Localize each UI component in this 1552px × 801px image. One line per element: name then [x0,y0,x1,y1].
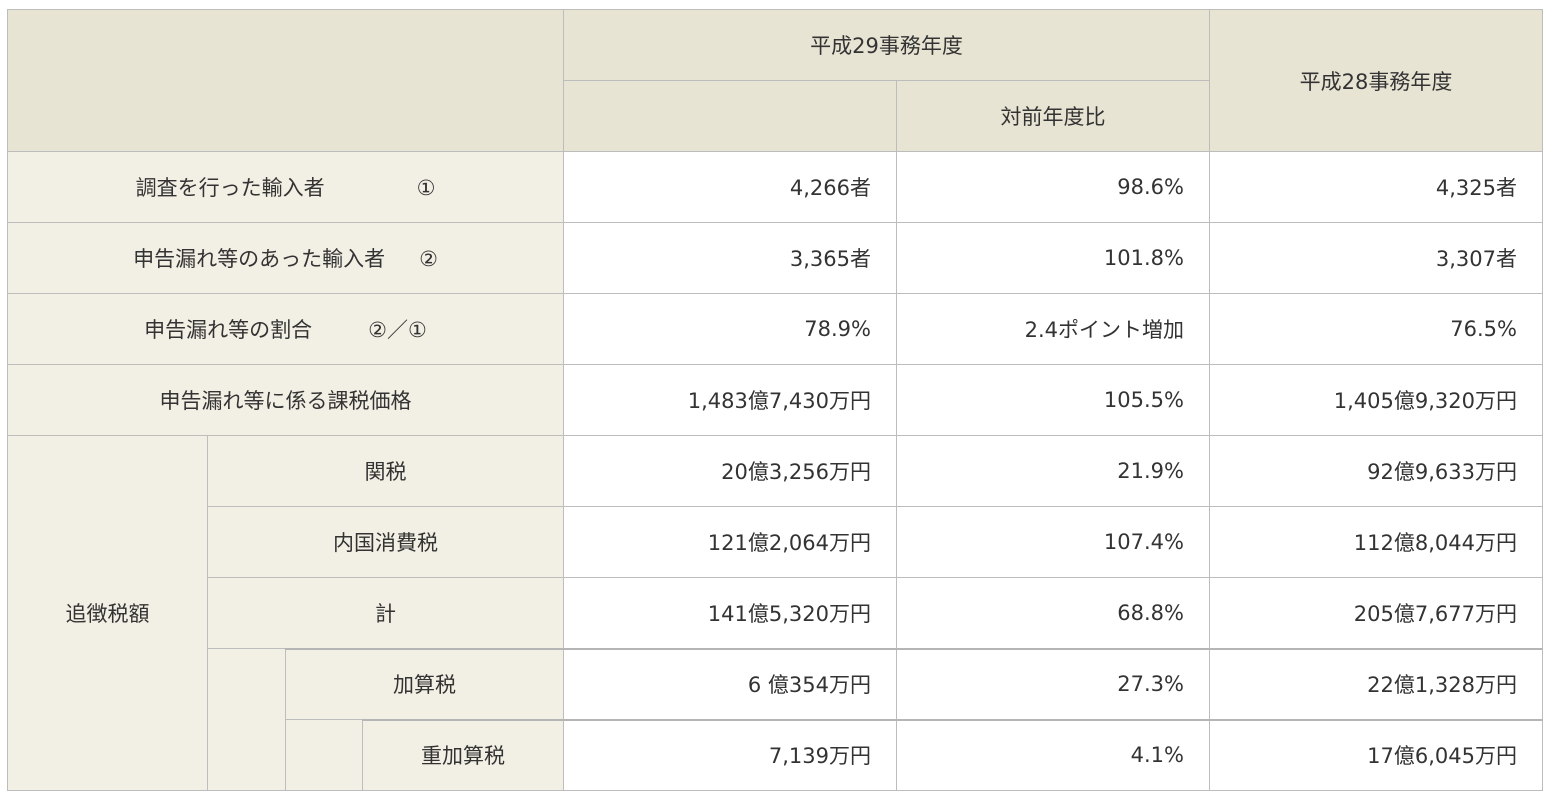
row-mark: ②／① [368,318,427,342]
header-empty-corner [7,9,564,152]
yoy-value: 101.8% [896,222,1210,294]
fy29-value: 3,365者 [563,222,897,294]
row-label: 申告漏れ等に係る課税価格 [7,364,564,436]
yoy-value: 98.6% [896,151,1210,223]
row-mark: ② [419,247,438,271]
yoy-value: 68.8% [896,577,1210,649]
fy28-value: 205億7,677万円 [1209,577,1543,649]
indent-spacer [207,648,286,791]
header-yoy: 対前年度比 [896,80,1210,152]
indent-spacer [285,719,363,791]
fy29-value: 20億3,256万円 [563,435,897,507]
row-label: 重加算税 [362,718,564,791]
header-fy29-blank [563,80,897,152]
table-row: 申告漏れ等に係る課税価格 1,483億7,430万円 105.5% 1,405億… [7,364,1543,436]
fy28-value: 1,405億9,320万円 [1209,364,1543,436]
fy28-value: 4,325者 [1209,151,1543,223]
customs-audit-results-table: 平成29事務年度 平成28事務年度 対前年度比 調査を行った輸入者 ① 4,266… [7,9,1543,791]
row-label: 計 [207,577,564,649]
row-label: 調査を行った輸入者 ① [7,151,564,223]
row-label: 加算税 [285,647,564,720]
fy29-value: 6 億354万円 [563,647,897,720]
table-row: 加算税 6 億354万円 27.3% 22億1,328万円 [8,647,1543,791]
fy29-value: 121億2,064万円 [563,506,897,578]
header-fy28: 平成28事務年度 [1209,9,1543,152]
fy29-value: 1,483億7,430万円 [563,364,897,436]
table-row: 内国消費税 121億2,064万円 107.4% 112億8,044万円 [8,506,1543,578]
fy29-value: 7,139万円 [563,718,897,791]
fy28-value: 76.5% [1209,293,1543,365]
row-mark: ① [416,176,436,200]
yoy-value: 4.1% [896,718,1210,791]
row-label: 申告漏れ等のあった輸入者 ② [7,222,564,294]
yoy-value: 2.4ポイント増加 [896,293,1210,365]
table-row: 申告漏れ等の割合 ②／① 78.9% 2.4ポイント増加 76.5% [7,293,1543,365]
table-row: 計 141億5,320万円 68.8% 205億7,677万円 [8,577,1543,649]
fy29-value: 141億5,320万円 [563,577,897,649]
table-row: 調査を行った輸入者 ① 4,266者 98.6% 4,325者 [7,151,1543,223]
row-label: 関税 [207,435,564,507]
yoy-value: 21.9% [896,435,1210,507]
row-label-text: 調査を行った輸入者 [135,176,325,200]
row-label: 申告漏れ等の割合 ②／① [7,293,564,365]
fy28-value: 112億8,044万円 [1209,506,1543,578]
row-label: 内国消費税 [207,506,564,578]
yoy-value: 107.4% [896,506,1210,578]
fy28-value: 17億6,045万円 [1209,718,1543,791]
fy28-value: 22億1,328万円 [1209,647,1543,720]
fy29-value: 4,266者 [563,151,897,223]
header-fy29: 平成29事務年度 [563,9,1210,81]
row-label-text: 申告漏れ等の割合 [144,318,313,342]
fy29-value: 78.9% [563,293,897,365]
row-label-text: 申告漏れ等のあった輸入者 [133,247,386,271]
group-label-additional-tax: 追徴税額 [7,435,208,791]
table-row: 申告漏れ等のあった輸入者 ② 3,365者 101.8% 3,307者 [7,222,1543,294]
yoy-value: 105.5% [896,364,1210,436]
fy28-value: 3,307者 [1209,222,1543,294]
fy28-value: 92億9,633万円 [1209,435,1543,507]
yoy-value: 27.3% [896,647,1210,720]
table-row: 追徴税額 関税 20億3,256万円 21.9% 92億9,633万円 [7,435,1543,791]
